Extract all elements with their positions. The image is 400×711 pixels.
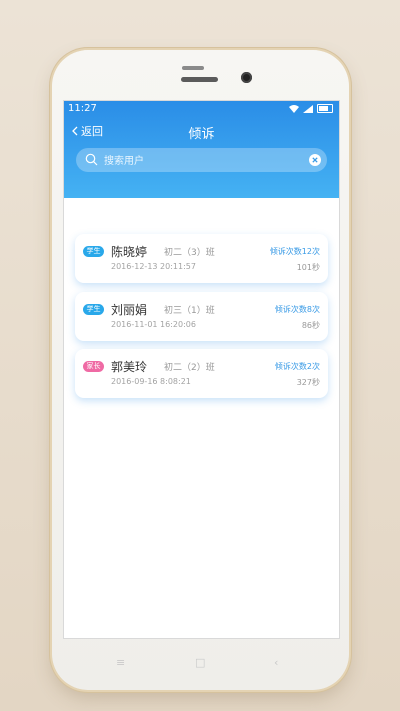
phone-frame: 11:27 返回 倾诉 搜索用户 学生 陈晓婷 初二（3）班 2016-12-1… bbox=[52, 50, 349, 690]
timestamp: 2016-11-01 16:20:06 bbox=[111, 320, 196, 329]
nav-bar: 返回 倾诉 bbox=[64, 117, 339, 145]
class-label: 初二（3）班 bbox=[164, 248, 215, 258]
list-item[interactable]: 家长 郭美玲 初二（2）班 2016-09-16 8:08:21 倾诉次数2次 … bbox=[75, 349, 328, 398]
talk-count: 倾诉次数8次 bbox=[274, 305, 320, 314]
search-bar bbox=[76, 148, 327, 172]
list-item[interactable]: 学生 陈晓婷 初二（3）班 2016-12-13 20:11:57 倾诉次数12… bbox=[75, 234, 328, 283]
user-name: 陈晓婷 bbox=[111, 245, 148, 259]
talk-count: 倾诉次数2次 bbox=[274, 362, 320, 371]
front-camera bbox=[241, 72, 252, 83]
duration: 101秒 bbox=[296, 263, 320, 272]
battery-icon bbox=[317, 104, 333, 113]
search-input[interactable] bbox=[102, 151, 306, 171]
status-icons bbox=[289, 104, 333, 113]
sensor-slot bbox=[182, 66, 204, 70]
class-label: 初三（1）班 bbox=[164, 306, 215, 316]
search-icon bbox=[85, 153, 98, 166]
user-name: 郭美玲 bbox=[111, 360, 148, 374]
timestamp: 2016-09-16 8:08:21 bbox=[111, 377, 191, 386]
phone-screen: 11:27 返回 倾诉 搜索用户 学生 陈晓婷 初二（3）班 2016-12-1… bbox=[63, 100, 340, 639]
earpiece-speaker bbox=[181, 77, 218, 82]
timestamp: 2016-12-13 20:11:57 bbox=[111, 262, 196, 271]
role-badge: 学生 bbox=[83, 246, 104, 257]
class-label: 初二（2）班 bbox=[164, 363, 215, 373]
list-item[interactable]: 学生 刘丽娟 初三（1）班 2016-11-01 16:20:06 倾诉次数8次… bbox=[75, 292, 328, 341]
talk-count: 倾诉次数12次 bbox=[269, 247, 320, 256]
duration: 86秒 bbox=[301, 321, 320, 330]
wifi-icon bbox=[289, 104, 299, 113]
status-time: 11:27 bbox=[68, 103, 97, 114]
clear-icon[interactable] bbox=[309, 154, 321, 166]
duration: 327秒 bbox=[296, 378, 320, 387]
role-badge: 家长 bbox=[83, 361, 104, 372]
status-bar: 11:27 bbox=[64, 101, 339, 117]
role-badge: 学生 bbox=[83, 304, 104, 315]
menu-key-icon[interactable]: ≡ bbox=[116, 656, 125, 669]
page-title: 倾诉 bbox=[188, 127, 215, 142]
hardware-keys: ≡ □ ‹ bbox=[52, 654, 349, 674]
user-name: 刘丽娟 bbox=[111, 303, 148, 317]
back-key-icon[interactable]: ‹ bbox=[274, 656, 278, 669]
home-key-icon[interactable]: □ bbox=[195, 656, 205, 669]
signal-icon bbox=[303, 104, 313, 113]
header: 11:27 返回 倾诉 bbox=[64, 101, 339, 198]
